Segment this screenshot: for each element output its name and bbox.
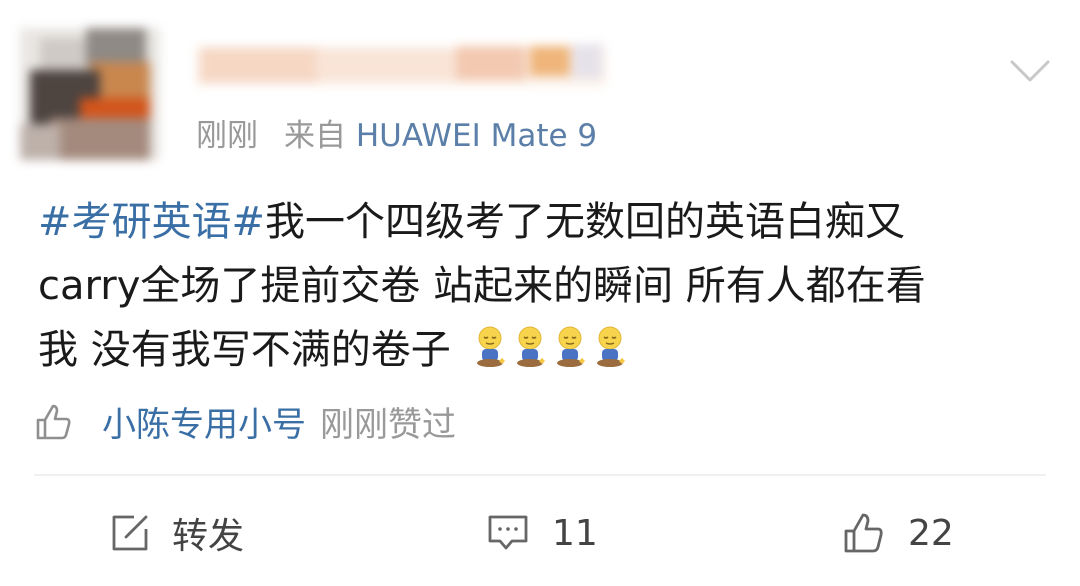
liked-by-row: 小陈专用小号 刚刚赞过 (34, 400, 456, 450)
content-line-2: carry全场了提前交卷 站起来的瞬间 所有人都在看 (38, 263, 926, 309)
thumb-up-icon (844, 513, 883, 553)
chevron-down-icon[interactable] (1008, 56, 1052, 86)
device-name[interactable]: HUAWEI Mate 9 (356, 118, 597, 154)
username-blurred[interactable] (196, 38, 606, 94)
like-button[interactable]: 22 (842, 500, 954, 566)
device-prefix: 来自 (284, 118, 346, 154)
kneeling-emoji-icon (516, 326, 545, 367)
liked-by-note: 刚刚赞过 (320, 405, 456, 445)
avatar[interactable] (20, 28, 160, 160)
liked-by-user[interactable]: 小陈专用小号 (102, 405, 306, 445)
repost-label: 转发 (172, 516, 245, 557)
like-count: 22 (908, 512, 954, 554)
share-edit-icon (112, 515, 148, 551)
content-line-1: #考研英语#我一个四级考了无数回的英语白痴又 (38, 190, 1048, 254)
content-line-3: 我 没有我写不满的卷子 (38, 318, 1048, 382)
divider (34, 474, 1046, 476)
kneeling-emoji-icon (476, 326, 505, 367)
kneeling-emoji-icon (556, 326, 585, 367)
thumb-up-outline-icon (36, 404, 71, 440)
post-time: 刚刚 (196, 118, 258, 154)
comment-icon (488, 515, 528, 550)
content-text-3: 我 没有我写不满的卷子 (38, 327, 451, 373)
action-bar: 转发 11 22 (0, 500, 1080, 566)
repost-button[interactable]: 转发 (110, 500, 244, 566)
kneeling-emoji-icon (596, 326, 625, 367)
hashtag-link[interactable]: #考研英语# (38, 199, 265, 245)
weibo-post: 刚刚 来自 HUAWEI Mate 9 #考研英语#我一个四级考了无数回的英语白痴… (0, 0, 1080, 586)
post-meta: 刚刚 来自 HUAWEI Mate 9 (196, 114, 597, 158)
post-content: #考研英语#我一个四级考了无数回的英语白痴又 carry全场了提前交卷 站起来的… (38, 190, 1048, 382)
comment-count: 11 (552, 512, 598, 554)
content-text-1: 我一个四级考了无数回的英语白痴又 (265, 199, 906, 245)
comment-button[interactable]: 11 (486, 500, 598, 566)
